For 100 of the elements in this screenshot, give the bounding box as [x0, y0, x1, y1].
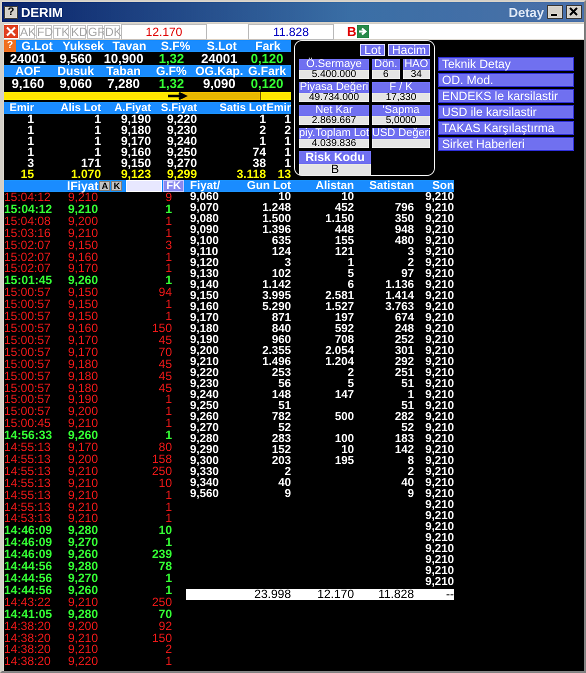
table-cell-text: 97: [400, 269, 414, 280]
table-cell-text: 452: [334, 203, 354, 214]
table-cell-text: 9,210: [424, 390, 454, 401]
price-cell: 9,260: [68, 430, 98, 442]
table-cell-text: 74: [252, 147, 266, 158]
arrow-icon[interactable]: [357, 25, 370, 38]
table-cell-text: 3: [27, 158, 34, 169]
lot-cell: 9: [165, 192, 172, 204]
field-value: 34: [402, 70, 430, 79]
menu-button[interactable]: USD ile karsilastir: [438, 105, 574, 119]
table-cell-text: 9,210: [424, 269, 454, 280]
menu-button[interactable]: OD. Mod.: [438, 73, 574, 87]
table-cell-text: 9,110: [189, 247, 220, 258]
table-cell-text: 10: [340, 192, 354, 203]
ask-total: 11.828: [248, 24, 334, 40]
table-cell-text: 9,210: [424, 489, 454, 500]
table-cell-text: 948: [394, 225, 414, 236]
column-header: A.Fiyat: [113, 102, 151, 114]
table-cell-text: 9,160: [120, 147, 151, 158]
table-cell-text: 9,210: [424, 544, 454, 555]
stat-value: 24001: [10, 52, 46, 65]
field-label: Piyasa Değeri: [299, 82, 369, 93]
time-cell: 15:00:57: [4, 382, 51, 394]
stat-value: 1,32: [158, 52, 184, 65]
table-cell-text: 9,250: [166, 147, 197, 158]
stat-value: 9,060: [59, 77, 92, 90]
price-cell: 9,190: [68, 394, 98, 406]
help-button[interactable]: ?: [4, 6, 18, 18]
table-cell-text: 9,210: [424, 280, 454, 291]
field-value: 2.869.667: [299, 116, 369, 125]
table-cell-text: 1.496: [261, 357, 291, 368]
time-cell: 15:00:57: [4, 322, 51, 335]
lot-cell: 1: [165, 490, 172, 502]
table-cell-text: 674: [394, 313, 414, 324]
table-cell-text: 40: [277, 478, 291, 489]
table-cell-text: 9,180: [120, 125, 151, 136]
minimize-button[interactable]: [547, 5, 563, 19]
sort-button[interactable]: A: [99, 181, 110, 191]
table-cell-text: 248: [394, 324, 414, 335]
time-cell: 15:03:16: [4, 228, 51, 240]
lot-cell: 1: [165, 406, 172, 418]
column-header: Satis Lot: [218, 102, 266, 114]
price-cell: 9,210: [68, 204, 98, 216]
total-cell-text: 12.170: [316, 589, 354, 600]
time-cell: 15:04:12: [4, 192, 51, 204]
table-cell-text: 9,260: [189, 412, 220, 423]
close-button[interactable]: [566, 5, 582, 19]
table-cell-text: 1: [93, 114, 101, 125]
table-cell-text: 197: [334, 313, 354, 324]
stat-value: 9,090: [202, 77, 236, 90]
table-cell-text: 9,210: [424, 500, 454, 511]
close-icon[interactable]: [4, 25, 18, 38]
table-cell-text: 5.290: [261, 302, 291, 313]
filter-button[interactable]: FK: [163, 180, 184, 192]
lot-cell: 1: [165, 275, 172, 288]
table-cell-text: 9,210: [424, 192, 454, 203]
table-cell-text: 9,210: [424, 511, 454, 522]
menu-button[interactable]: Teknik Detay: [438, 57, 574, 71]
price-cell: 9,180: [68, 382, 98, 394]
table-cell-text: 9,240: [189, 390, 220, 401]
toggle-button[interactable]: Lot: [360, 44, 385, 56]
price-cell: 9,210: [68, 478, 98, 490]
time-cell: 14:44:56: [4, 561, 52, 573]
table-cell-text: 796: [394, 203, 414, 214]
lot-cell: 1: [165, 418, 172, 430]
lot-cell: 250: [152, 466, 172, 478]
filter-field[interactable]: [126, 180, 162, 192]
help-button[interactable]: ?: [4, 40, 16, 52]
table-cell-text: 9,270: [189, 423, 220, 434]
table-cell-text: 5: [346, 379, 354, 390]
time-cell: 14:44:56: [4, 584, 52, 597]
table-cell-text: 9,210: [424, 203, 454, 214]
sort-button[interactable]: K: [111, 181, 122, 191]
table-cell-text: 51: [400, 401, 414, 412]
price-cell: 9,170: [68, 346, 98, 359]
column-header: Fark: [254, 40, 282, 52]
table-cell-text: 8: [406, 456, 414, 467]
price-cell: 9,210: [68, 418, 98, 430]
time-cell: 15:00:45: [4, 418, 51, 430]
table-cell-text: 1: [26, 114, 34, 125]
menu-button[interactable]: TAKAS Karşılaştırma: [438, 121, 574, 135]
field-value: 17,330: [372, 93, 430, 102]
table-cell-text: 283: [270, 434, 291, 445]
menu-button[interactable]: Sirket Haberleri: [438, 137, 574, 151]
table-cell-text: 9,180: [189, 324, 220, 335]
toggle-button[interactable]: Hacim: [388, 44, 430, 56]
table-cell-text: 9,340: [189, 478, 220, 489]
field-value: B: [299, 164, 371, 175]
time-cell: 14:38:20: [4, 644, 51, 656]
price-cell: 9,210: [68, 632, 98, 644]
table-cell-text: 350: [394, 214, 414, 225]
flag-label: B: [347, 24, 356, 38]
table-cell-text: 1.414: [384, 291, 414, 302]
price-cell: 9,200: [68, 620, 98, 633]
menu-button[interactable]: ENDEKS le karsilastir: [438, 89, 574, 103]
table-cell-text: 1.142: [261, 280, 291, 291]
lot-cell: 250: [152, 596, 172, 609]
time-cell: 14:38:20: [4, 620, 51, 633]
table-cell-text: 9,210: [424, 247, 454, 258]
price-cell: 9,260: [68, 584, 98, 597]
